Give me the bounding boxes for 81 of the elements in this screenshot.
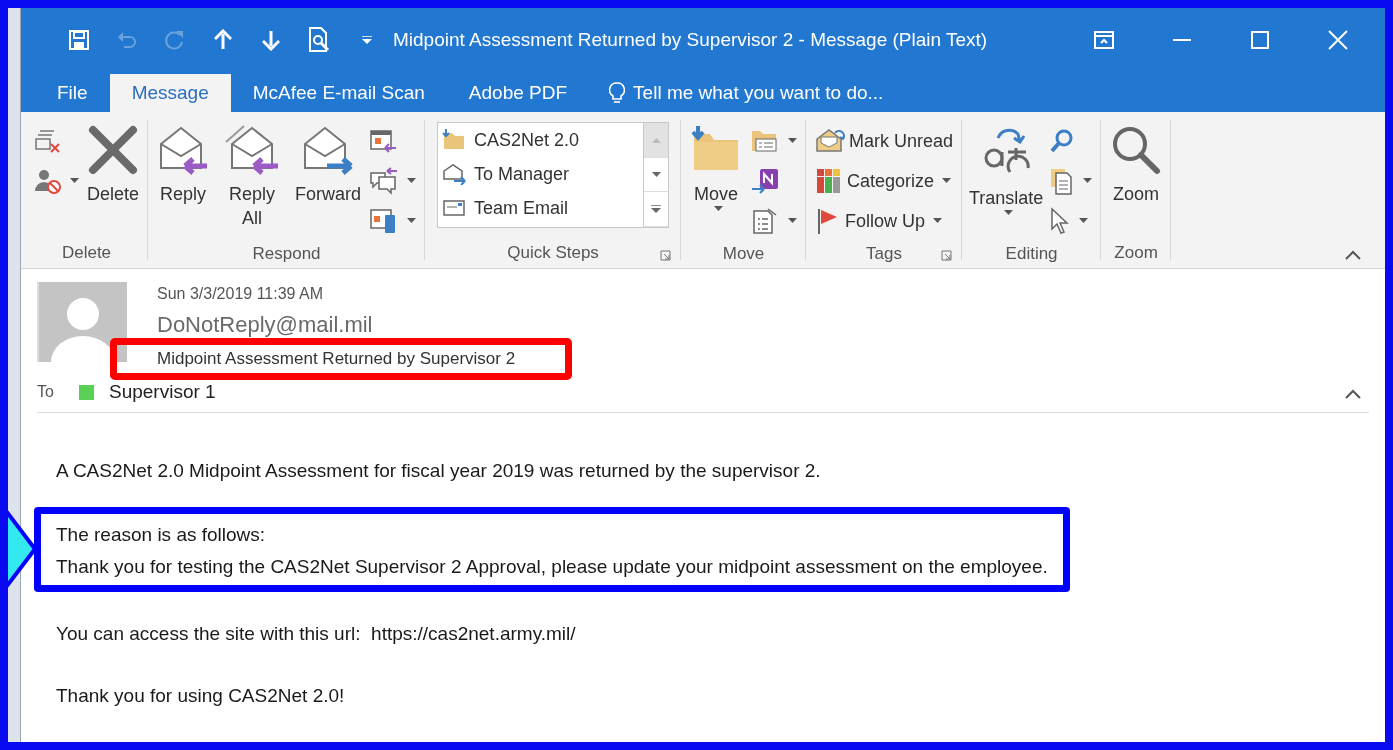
collapse-ribbon-button[interactable] xyxy=(1345,250,1361,260)
caret-icon xyxy=(70,178,79,184)
maximize-icon xyxy=(1251,31,1269,50)
redo-icon xyxy=(164,29,186,52)
ribbon-button[interactable]: Follow Up xyxy=(812,202,957,240)
body-text: A CAS2Net 2.0 Midpoint Assessment for fiscal year 2019 was returned by the supervisor 2. xyxy=(56,459,822,483)
group-label: Quick Steps xyxy=(507,243,599,263)
caret-icon xyxy=(407,218,417,224)
quick-step-item[interactable]: Team Email xyxy=(438,191,644,225)
envelope-left-arrow-icon xyxy=(224,124,281,176)
cursor-icon xyxy=(1049,207,1072,235)
more-caret-icon xyxy=(651,204,662,214)
body-text: Thank you for testing the CAS2Net Supervisor 2 Approval, please update your midpoint assessment on the employee. xyxy=(56,555,1048,579)
ribbon-tab[interactable]: Adobe PDF xyxy=(446,74,590,112)
quick-step-item[interactable]: To Manager xyxy=(438,157,644,191)
caret-icon xyxy=(788,218,798,224)
quick-step-item[interactable]: CAS2Net 2.0 xyxy=(438,123,644,157)
caret-icon xyxy=(1079,218,1089,224)
ribbon-button[interactable]: Translate xyxy=(968,122,1045,218)
folder-icon xyxy=(442,129,467,151)
magnifier-icon xyxy=(1110,124,1163,176)
ribbon-button[interactable]: Delete xyxy=(84,122,143,208)
message-date: Sun 3/3/2019 11:39 AM xyxy=(157,284,325,304)
chat-bubble-icon xyxy=(369,167,400,195)
window-title: Midpoint Assessment Returned by Supervisor 2 - Message (Plain Text) xyxy=(393,29,989,52)
body-text: The reason is as follows: xyxy=(56,523,267,547)
message-subject: Midpoint Assessment Returned by Supervisor 2 xyxy=(157,349,516,369)
open-envelope-icon xyxy=(815,127,846,155)
recipient-name[interactable]: Supervisor 1 xyxy=(109,381,216,403)
ribbon-button[interactable]: Reply xyxy=(154,122,213,208)
caret-icon xyxy=(788,138,798,144)
to-label: To xyxy=(37,383,55,401)
calendar-icon xyxy=(369,128,398,154)
caret-icon xyxy=(942,178,952,184)
ribbon-tab[interactable]: Message xyxy=(109,74,231,112)
dialog-launcher[interactable] xyxy=(660,250,672,261)
caret-icon xyxy=(933,218,943,224)
envelope-arrow-icon xyxy=(442,163,467,185)
tell-me-search[interactable]: Tell me what you want to do... xyxy=(589,74,906,112)
group-label: Move xyxy=(722,244,765,264)
x-icon xyxy=(87,124,139,176)
chevron-up-icon xyxy=(1345,389,1361,399)
dialog-launcher[interactable] xyxy=(941,250,953,261)
up-caret-icon xyxy=(651,136,661,143)
group-label: Delete xyxy=(61,243,112,263)
notebook-icon xyxy=(750,167,781,195)
ribbon-tab[interactable]: File xyxy=(35,74,110,112)
envelope-icon xyxy=(442,197,467,219)
group-label: Editing xyxy=(1005,244,1058,264)
body-text: You can access the site with this url: https://cas2net.army.mil/ xyxy=(56,622,577,646)
person-block-icon xyxy=(34,167,62,195)
ribbon-button[interactable]: Mark Unread xyxy=(812,122,957,160)
down-caret-icon xyxy=(651,171,661,178)
collapse-header-button[interactable] xyxy=(1345,389,1361,399)
ribbon-display-icon xyxy=(1094,31,1114,50)
caret-icon xyxy=(407,178,417,184)
envelope-left-arrow-icon xyxy=(157,124,210,176)
save-icon xyxy=(68,29,90,52)
close-icon xyxy=(1328,30,1348,51)
body-text: Thank you for using CAS2Net 2.0! xyxy=(56,684,346,708)
caret-icon xyxy=(1003,210,1013,216)
group-label: Tags xyxy=(866,244,903,264)
launcher-icon xyxy=(660,250,672,261)
caret-icon xyxy=(713,206,723,212)
group-label: Zoom xyxy=(1114,243,1158,263)
ribbon-button[interactable]: Reply All xyxy=(214,122,291,232)
chevron-up-icon xyxy=(1345,250,1361,260)
ribbon-button[interactable]: Categorize xyxy=(812,162,957,200)
group-label: Respond xyxy=(252,244,321,264)
minimize-icon xyxy=(1173,39,1191,42)
ribbon-button[interactable]: Zoom xyxy=(1107,122,1166,208)
lightbulb-icon xyxy=(609,82,626,104)
document-magnifier-icon xyxy=(307,27,331,54)
sender-address: DoNotReply@mail.mil xyxy=(157,311,374,339)
ribbon-button[interactable]: Forward xyxy=(292,122,365,208)
caret-icon xyxy=(1083,178,1093,184)
ignore-icon xyxy=(34,127,62,155)
ribbon-button[interactable]: Move xyxy=(687,122,746,214)
ribbon-tab[interactable]: McAfee E-mail Scan xyxy=(230,74,447,112)
caret-icon xyxy=(362,36,372,45)
launcher-icon xyxy=(941,250,953,261)
